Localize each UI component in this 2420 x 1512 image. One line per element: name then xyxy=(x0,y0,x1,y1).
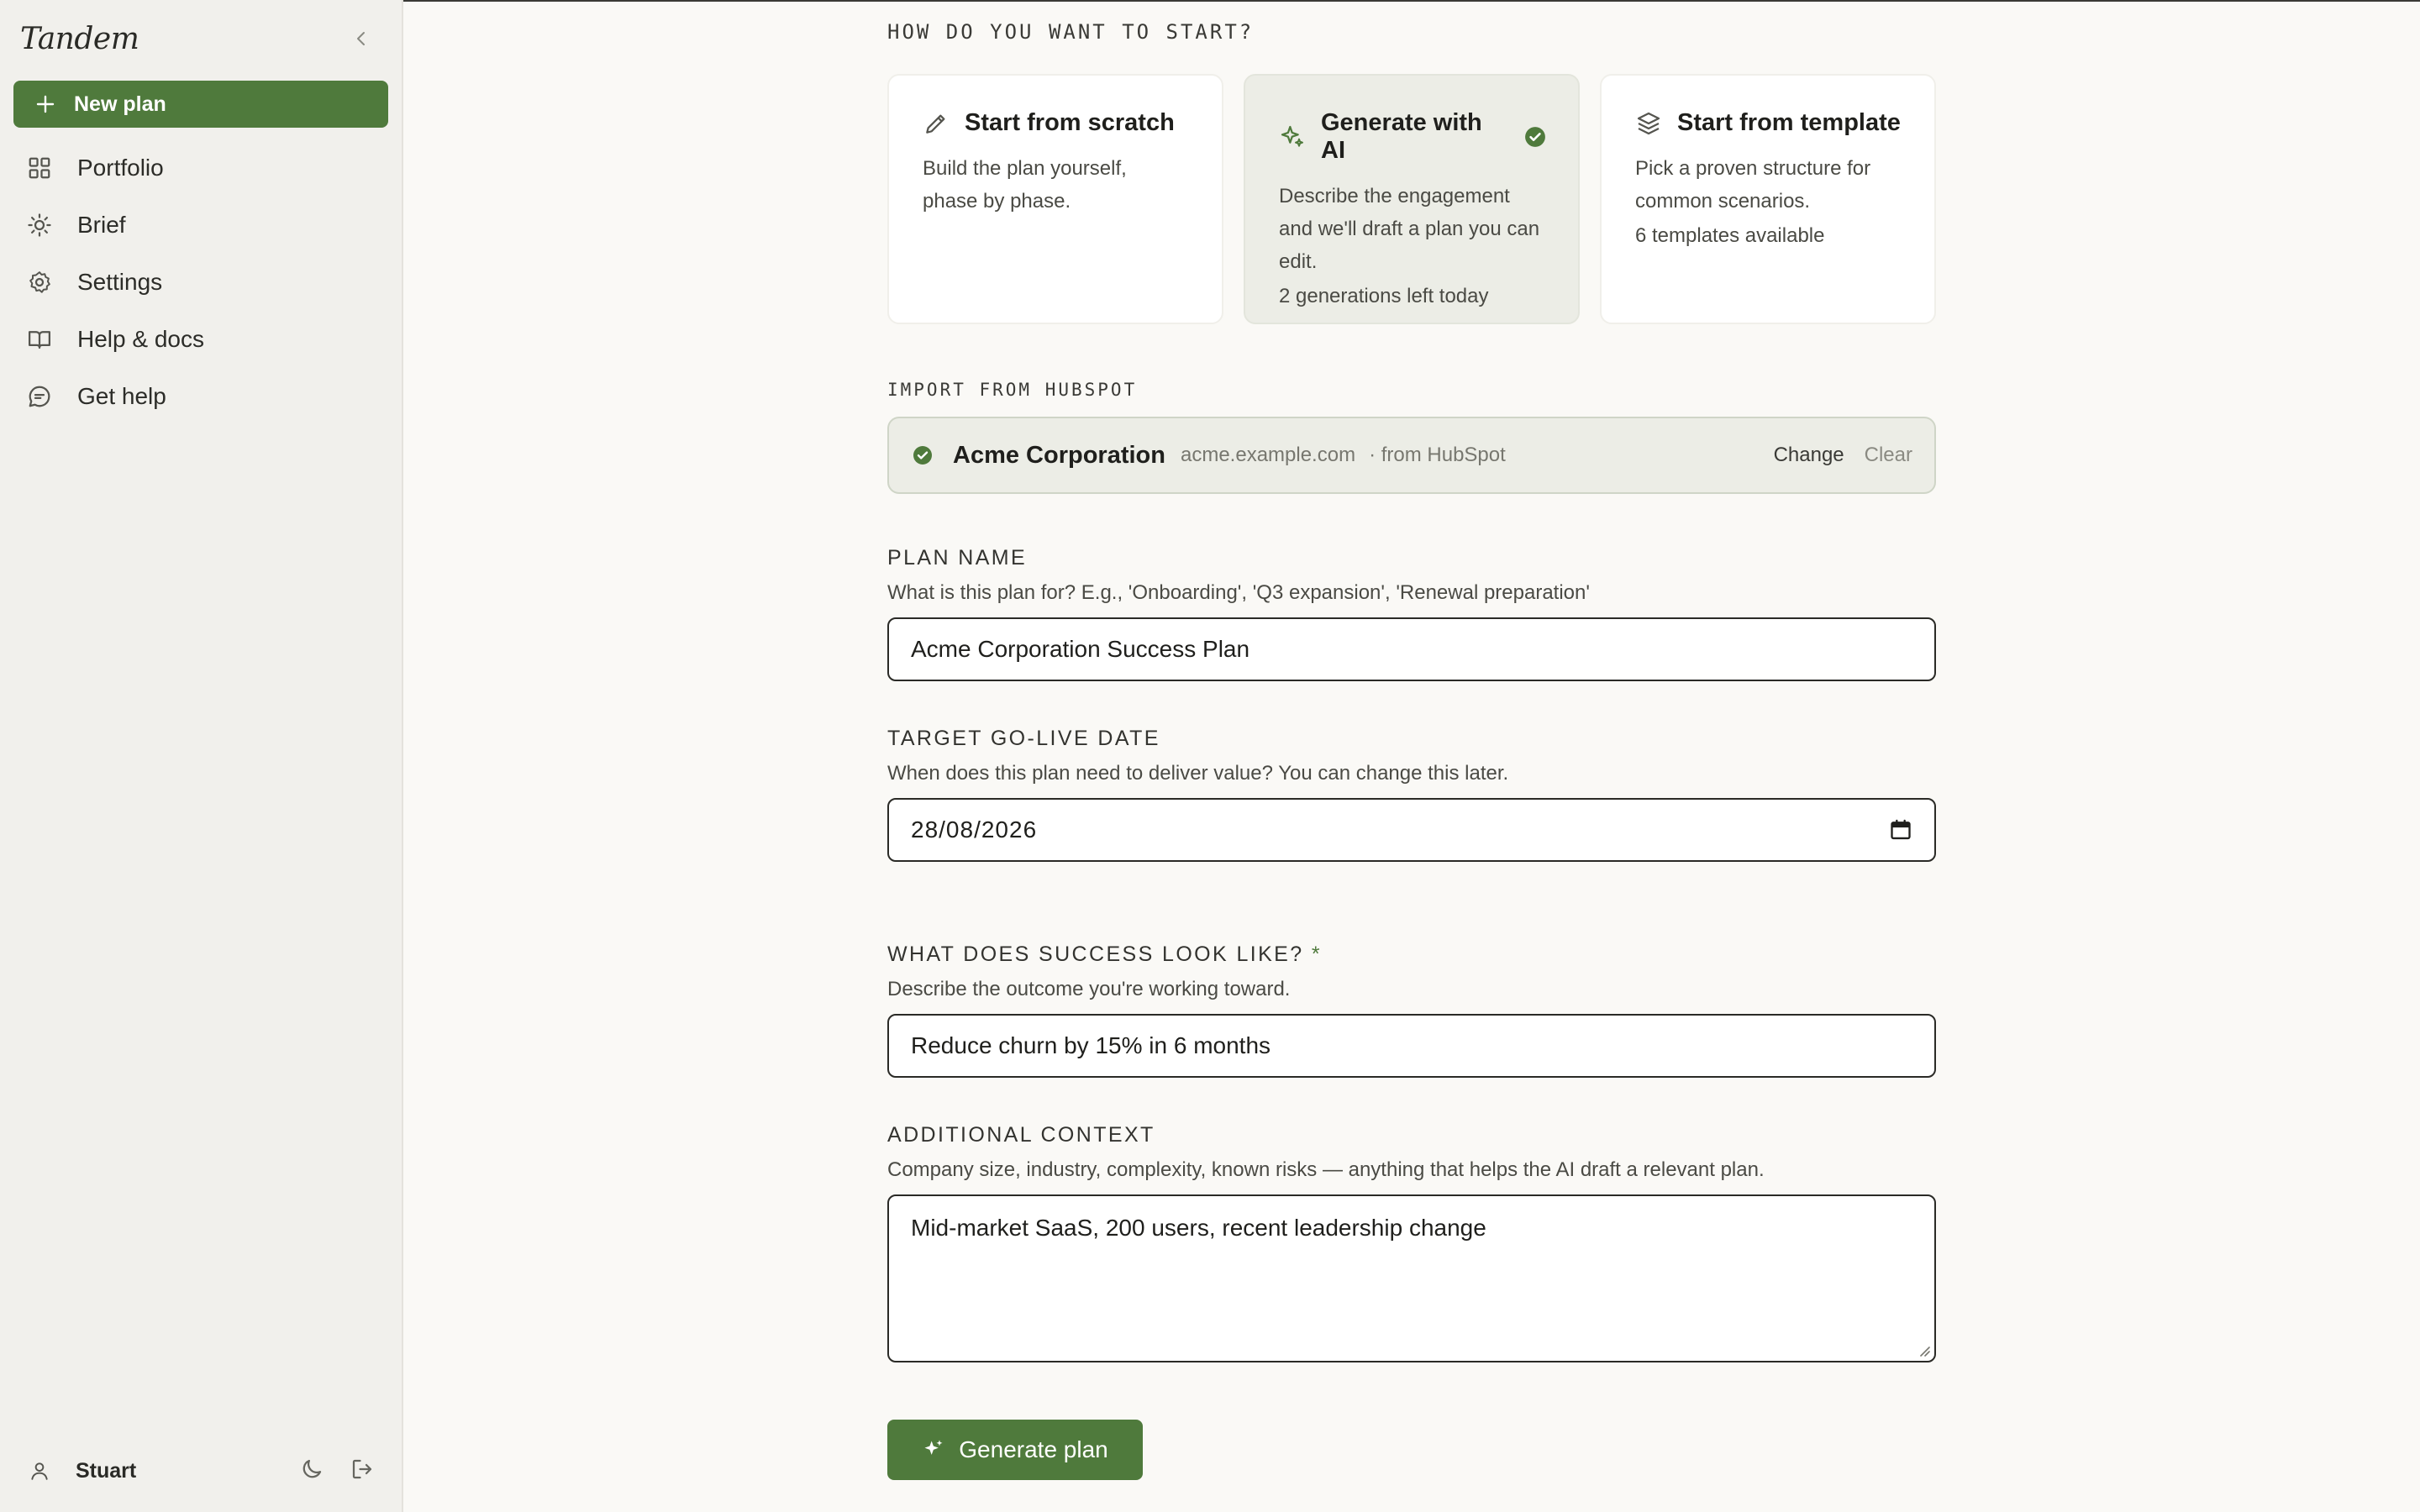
moon-icon[interactable] xyxy=(299,1457,324,1482)
sidebar-nav: Portfolio Brief Settings Help & docs Get… xyxy=(0,139,403,425)
card-title: Start from template xyxy=(1677,109,1901,136)
go-live-date-help: When does this plan need to deliver valu… xyxy=(887,762,1509,785)
calendar-icon[interactable] xyxy=(1889,818,1912,842)
plan-name-input[interactable]: Acme Corporation Success Plan xyxy=(887,617,1936,681)
context-label: ADDITIONAL CONTEXT xyxy=(887,1123,1155,1147)
resize-handle-icon[interactable] xyxy=(1916,1342,1931,1357)
sidebar-item-help-docs[interactable]: Help & docs xyxy=(0,311,403,368)
check-circle-icon xyxy=(1525,127,1545,147)
hubspot-import-selection: Acme Corporation acme.example.com · from… xyxy=(887,417,1936,494)
new-plan-label: New plan xyxy=(74,92,166,116)
sidebar-item-label: Help & docs xyxy=(77,326,204,352)
plan-name-help: What is this plan for? E.g., 'Onboarding… xyxy=(887,581,1590,604)
sidebar-item-label: Settings xyxy=(77,269,163,295)
user-name[interactable]: Stuart xyxy=(76,1459,136,1483)
collapse-sidebar-button[interactable] xyxy=(348,25,375,52)
card-generate-with-ai[interactable]: Generate with AI Describe the engagement… xyxy=(1244,74,1580,324)
go-live-date-label: TARGET GO-LIVE DATE xyxy=(887,727,1160,750)
start-section-label: HOW DO YOU WANT TO START? xyxy=(887,20,1255,44)
sun-icon xyxy=(28,213,51,237)
sidebar-item-settings[interactable]: Settings xyxy=(0,254,403,311)
logout-icon[interactable] xyxy=(350,1457,375,1482)
go-live-date-value: 28/08/2026 xyxy=(911,816,1038,843)
chat-icon xyxy=(29,386,50,407)
gear-icon xyxy=(29,271,50,293)
sidebar-item-label: Portfolio xyxy=(77,155,164,181)
import-actions: Change Clear xyxy=(1774,444,1912,467)
plan-name-label: PLAN NAME xyxy=(887,546,1028,570)
card-start-from-scratch[interactable]: Start from scratch Build the plan yourse… xyxy=(887,74,1223,324)
sidebar: Tandem New plan Portfolio Brief Settings… xyxy=(0,0,403,1512)
success-label: WHAT DOES SUCCESS LOOK LIKE? * xyxy=(887,942,1323,966)
card-start-from-template[interactable]: Start from template Pick a proven struct… xyxy=(1600,74,1936,324)
templates-available: 6 templates available xyxy=(1635,224,1825,247)
chevron-left-icon xyxy=(357,32,365,45)
required-marker: * xyxy=(1311,942,1323,966)
sidebar-item-portfolio[interactable]: Portfolio xyxy=(0,139,403,197)
import-company-domain: acme.example.com xyxy=(1180,444,1356,466)
user-actions xyxy=(299,1457,375,1482)
generate-plan-label: Generate plan xyxy=(959,1436,1108,1462)
check-circle-icon xyxy=(913,446,932,465)
sidebar-item-label: Get help xyxy=(77,383,166,409)
clear-import-button[interactable]: Clear xyxy=(1865,444,1912,467)
card-title: Generate with AI xyxy=(1321,109,1482,164)
success-value: Reduce churn by 15% in 6 months xyxy=(911,1032,1271,1058)
card-title: Start from scratch xyxy=(965,109,1175,136)
import-company-name: Acme Corporation xyxy=(953,441,1165,469)
book-icon xyxy=(29,331,50,349)
sidebar-item-brief[interactable]: Brief xyxy=(0,197,403,254)
sidebar-item-label: Brief xyxy=(77,212,126,238)
context-textarea[interactable]: Mid-market SaaS, 200 users, recent leade… xyxy=(887,1194,1936,1362)
success-input[interactable]: Reduce churn by 15% in 6 months xyxy=(887,1014,1936,1078)
pencil-icon xyxy=(926,114,945,134)
context-help: Company size, industry, complexity, know… xyxy=(887,1158,1765,1181)
sparkle-icon xyxy=(924,1440,943,1455)
grid-icon xyxy=(29,157,50,179)
import-section-label: IMPORT FROM HUBSPOT xyxy=(887,380,1138,400)
import-source: · from HubSpot xyxy=(1369,444,1506,466)
sidebar-item-get-help[interactable]: Get help xyxy=(0,368,403,425)
card-description: Build the plan yourself, phase by phase. xyxy=(923,157,1127,213)
plan-name-value: Acme Corporation Success Plan xyxy=(911,636,1250,662)
user-icon[interactable] xyxy=(29,1460,50,1482)
brand-logo: Tandem xyxy=(20,22,139,56)
start-options: Start from scratch Build the plan yourse… xyxy=(887,74,1936,324)
new-plan-button[interactable]: New plan xyxy=(13,81,388,128)
generations-left: 2 generations left today xyxy=(1279,285,1489,307)
sparkle-icon xyxy=(1281,125,1303,147)
card-description: Pick a proven structure for common scena… xyxy=(1635,157,1871,213)
card-description: Describe the engagement and we'll draft … xyxy=(1279,185,1540,273)
change-import-button[interactable]: Change xyxy=(1774,444,1844,467)
go-live-date-input[interactable]: 28/08/2026 xyxy=(887,798,1936,862)
generate-plan-button[interactable]: Generate plan xyxy=(887,1420,1143,1480)
success-help: Describe the outcome you're working towa… xyxy=(887,978,1291,1000)
layers-icon xyxy=(1637,112,1660,134)
context-value: Mid-market SaaS, 200 users, recent leade… xyxy=(911,1215,1486,1241)
user-footer: Stuart xyxy=(0,1441,403,1500)
plus-icon xyxy=(36,95,55,113)
